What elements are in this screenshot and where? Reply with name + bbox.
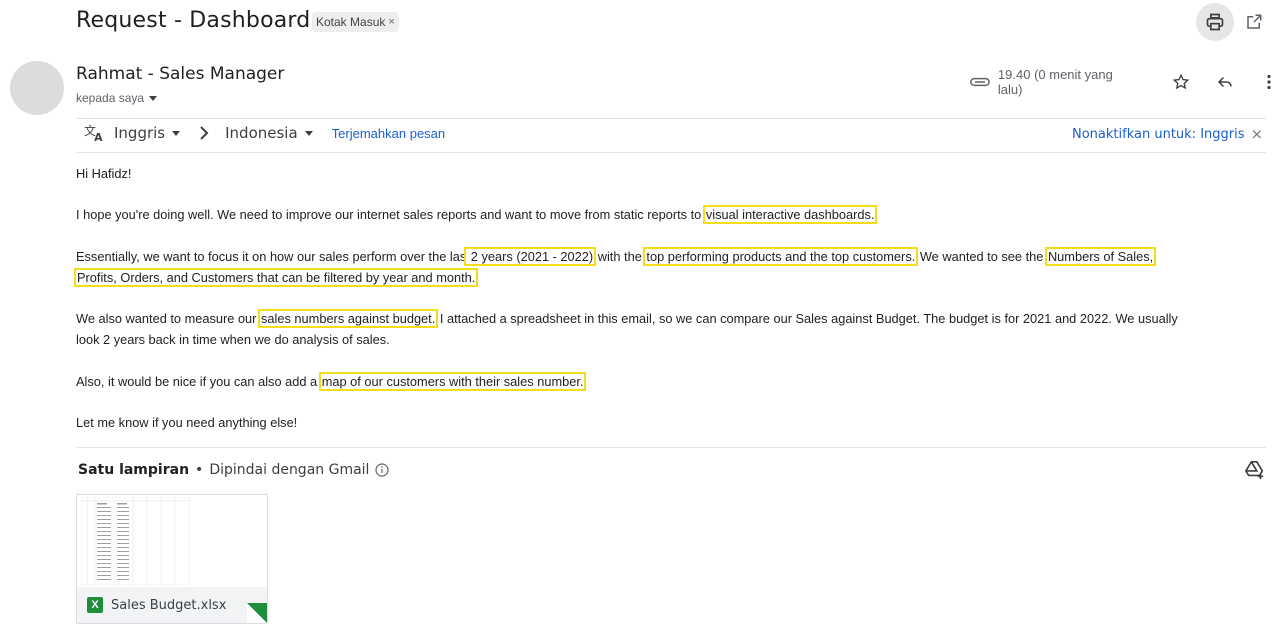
reply-icon	[1218, 76, 1232, 88]
more-vert-icon	[1267, 74, 1271, 90]
caret-down-icon	[304, 131, 313, 136]
scan-status: Dipindai dengan Gmail	[209, 462, 370, 478]
open-new-window-button[interactable]	[1242, 10, 1266, 34]
text-span: We wanted to see the	[916, 249, 1047, 264]
attachment-icon	[970, 77, 990, 87]
printer-icon	[1206, 13, 1224, 31]
source-language-label: Inggris	[114, 124, 166, 142]
open-in-new-icon	[1247, 14, 1262, 29]
email-subject: Request - Dashboard	[76, 8, 311, 33]
highlight: Numbers of Sales,	[1044, 247, 1157, 266]
text-span: look 2 years back in time when we do ana…	[76, 332, 390, 347]
text-span: Essentially, we want to focus it on how …	[76, 249, 467, 264]
highlight: 2 years (2021 - 2022)	[464, 247, 597, 266]
text-span: I attached a spreadsheet in this email, …	[436, 311, 1178, 326]
chevron-right-icon	[200, 126, 209, 140]
sender-avatar[interactable]	[10, 61, 64, 115]
text-span: We also wanted to measure our	[76, 311, 260, 326]
highlight: Profits, Orders, and Customers that can …	[73, 268, 479, 287]
paragraph-1: I hope you're doing well. We need to imp…	[76, 204, 1266, 225]
attachment-filename: Sales Budget.xlsx	[111, 597, 227, 613]
attachment-footer: X Sales Budget.xlsx	[77, 587, 267, 623]
translate-icon: 文 A	[84, 124, 103, 143]
highlight: top performing products and the top cust…	[643, 247, 919, 266]
separator-dot: •	[195, 462, 204, 478]
translate-message-link[interactable]: Terjemahkan pesan	[332, 126, 445, 141]
attachments-header: Satu lampiran • Dipindai dengan Gmail	[78, 462, 390, 478]
paragraph-3: We also wanted to measure our sales numb…	[76, 308, 1266, 350]
attachments-title: Satu lampiran	[78, 462, 190, 478]
print-button[interactable]	[1196, 3, 1234, 41]
text-span: Also, it would be nice if you can also a…	[76, 374, 321, 389]
sender-name[interactable]: Rahmat - Sales Manager	[76, 64, 284, 84]
text-span: I hope you're doing well. We need to imp…	[76, 207, 705, 222]
greeting: Hi Hafidz!	[76, 166, 132, 181]
text-span: with the	[594, 249, 646, 264]
recipient-text: kepada saya	[76, 91, 145, 105]
svg-text:A: A	[94, 131, 103, 143]
reply-button[interactable]	[1214, 71, 1236, 93]
disable-translation: Nonaktifkan untuk: Inggris ×	[1072, 125, 1263, 143]
divider	[76, 447, 1266, 448]
highlight: visual interactive dashboards.	[702, 205, 878, 224]
source-language-select[interactable]: Inggris	[114, 124, 181, 142]
star-icon	[1172, 73, 1190, 90]
close-translate-bar-button[interactable]: ×	[1251, 125, 1264, 143]
caret-down-icon	[149, 96, 158, 101]
add-to-drive-button[interactable]	[1244, 460, 1266, 485]
recipient-details-toggle[interactable]: kepada saya	[76, 91, 158, 105]
divider	[76, 152, 1266, 153]
paragraph-4: Also, it would be nice if you can also a…	[76, 371, 1266, 392]
spreadsheet-preview	[81, 497, 190, 585]
highlight: map of our customers with their sales nu…	[318, 372, 587, 391]
attachment-card[interactable]: X Sales Budget.xlsx	[76, 494, 268, 624]
paragraph-2: Essentially, we want to focus it on how …	[73, 246, 1266, 288]
corner-fold	[247, 603, 267, 623]
paragraph-5: Let me know if you need anything else!	[76, 415, 298, 430]
caret-down-icon	[172, 131, 181, 136]
more-options-button[interactable]	[1258, 71, 1280, 93]
message-time: 19.40 (0 menit yang lalu)	[997, 67, 1113, 97]
label-chip-inbox[interactable]: Kotak Masuk ×	[312, 12, 399, 32]
label-chip-text: Kotak Masuk	[316, 15, 386, 29]
excel-icon: X	[87, 597, 103, 613]
remove-label-button[interactable]: ×	[388, 12, 394, 32]
divider	[76, 118, 1266, 119]
message-meta: 19.40 (0 menit yang lalu)	[970, 67, 1280, 97]
translate-bar: 文 A Inggris Indonesia Terjemahkan pesan	[84, 123, 445, 143]
highlight: sales numbers against budget.	[257, 309, 439, 328]
drive-add-icon	[1244, 461, 1264, 480]
info-icon[interactable]	[375, 463, 390, 477]
star-button[interactable]	[1170, 71, 1192, 93]
disable-translation-link[interactable]: Nonaktifkan untuk: Inggris	[1072, 127, 1245, 142]
target-language-label: Indonesia	[225, 124, 298, 142]
target-language-select[interactable]: Indonesia	[225, 124, 314, 142]
